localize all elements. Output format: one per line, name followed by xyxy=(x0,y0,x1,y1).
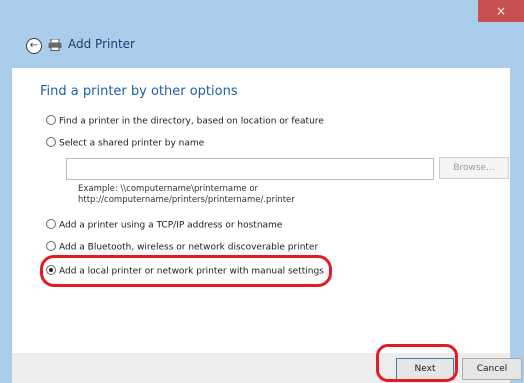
option-label: Add a Bluetooth, wireless or network dis… xyxy=(59,242,319,253)
option-label: Find a printer in the directory, based o… xyxy=(59,116,324,127)
title-bar: × xyxy=(0,0,524,24)
annotation-highlight-next xyxy=(376,344,458,382)
option-label: Add a printer using a TCP/IP address or … xyxy=(59,220,283,231)
option-bluetooth-wireless[interactable]: Add a Bluetooth, wireless or network dis… xyxy=(46,241,319,256)
option-find-in-directory[interactable]: Find a printer in the directory, based o… xyxy=(46,115,324,130)
radio-button[interactable] xyxy=(46,115,56,125)
close-button[interactable]: × xyxy=(478,0,524,22)
cancel-button[interactable]: Cancel xyxy=(462,358,522,380)
back-arrow-icon[interactable]: ← xyxy=(26,38,42,54)
radio-button[interactable] xyxy=(46,137,56,147)
radio-button[interactable] xyxy=(46,241,56,251)
option-label: Select a shared printer by name xyxy=(59,138,205,149)
annotation-highlight-option xyxy=(40,255,332,287)
printer-icon xyxy=(48,39,62,51)
close-icon: × xyxy=(495,4,507,18)
radio-button[interactable] xyxy=(46,219,56,229)
wizard-header: ← Add Printer xyxy=(0,24,524,68)
add-printer-window: × ← Add Printer Find a printer by other … xyxy=(0,0,524,383)
wizard-content: Find a printer by other options Find a p… xyxy=(12,68,510,353)
shared-printer-name-input[interactable] xyxy=(66,158,434,180)
example-text: Example: \\computername\printername or h… xyxy=(78,184,295,205)
browse-button[interactable]: Browse... xyxy=(439,157,509,179)
page-heading: Find a printer by other options xyxy=(40,84,238,99)
option-tcp-ip[interactable]: Add a printer using a TCP/IP address or … xyxy=(46,219,283,234)
option-select-shared-printer[interactable]: Select a shared printer by name xyxy=(46,137,205,152)
window-title: Add Printer xyxy=(68,37,135,51)
